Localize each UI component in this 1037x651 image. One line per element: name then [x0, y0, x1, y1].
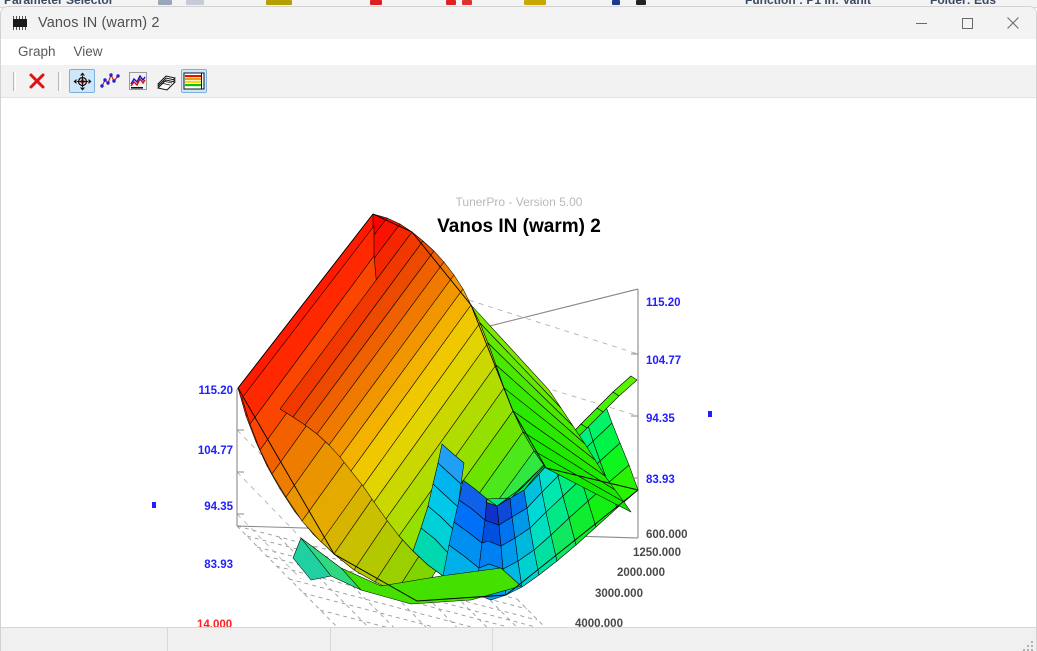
status-pane-1	[1, 628, 168, 651]
window-title: Vanos IN (warm) 2	[38, 15, 160, 31]
bg-icon-7	[524, 0, 546, 5]
chart-title: Vanos IN (warm) 2	[437, 216, 601, 237]
chart-subtitle: TunerPro - Version 5.00	[456, 195, 583, 209]
rotate-pan-button[interactable]	[69, 69, 95, 93]
menu-bar: Graph View	[1, 39, 1036, 65]
surface-mesh-button[interactable]	[153, 69, 179, 93]
z-tick-left-3: 83.93	[204, 559, 233, 571]
surface-plot-canvas[interactable]: TunerPro - Version 5.00 Vanos IN (warm) …	[1, 98, 1036, 651]
close-table-button[interactable]	[24, 69, 50, 93]
resize-grip-icon[interactable]	[1022, 640, 1034, 651]
z-axis-left-marker	[152, 502, 156, 508]
menu-graph[interactable]: Graph	[9, 42, 65, 61]
z-axis-right-marker	[708, 411, 712, 417]
toolbar-separator-2	[58, 71, 61, 91]
title-bar[interactable]: Vanos IN (warm) 2	[1, 7, 1036, 39]
status-pane-2	[168, 628, 331, 651]
toolbar	[1, 65, 1036, 98]
bg-icon-5	[446, 0, 456, 5]
z-tick-right-2: 94.35	[646, 413, 675, 425]
z-tick-right-1: 104.77	[646, 355, 681, 367]
z-tick-right-0: 115.20	[646, 297, 681, 309]
color-bands-button[interactable]	[181, 69, 207, 93]
y-tick-2: 2000.000	[617, 567, 665, 579]
window-controls	[898, 7, 1036, 39]
close-icon[interactable]	[990, 7, 1036, 39]
scatter-points-button[interactable]	[97, 69, 123, 93]
status-pane-4	[493, 628, 1036, 651]
bg-icon-4	[370, 0, 382, 5]
menu-view[interactable]: View	[65, 42, 112, 61]
toolbar-separator-1	[13, 71, 16, 91]
status-bar	[1, 627, 1036, 651]
bg-icon-9	[636, 0, 646, 5]
y-tick-3: 3000.000	[595, 588, 643, 600]
surface-plot-svg[interactable]: TunerPro - Version 5.00 Vanos IN (warm) …	[1, 98, 1036, 651]
z-tick-left-0: 115.20	[198, 385, 233, 397]
graph-window: Vanos IN (warm) 2 Graph View TunerPro - …	[0, 6, 1037, 651]
bg-icon-6	[462, 0, 472, 5]
bg-icon-8	[612, 0, 620, 5]
status-pane-3	[331, 628, 493, 651]
z-tick-left-1: 104.77	[198, 445, 233, 457]
chip-icon	[12, 16, 28, 30]
maximize-icon[interactable]	[944, 7, 990, 39]
y-tick-0: 600.000	[646, 529, 688, 541]
y-tick-1: 1250.000	[633, 547, 681, 559]
bg-icon-2	[186, 0, 204, 5]
bg-icon-3	[266, 0, 292, 5]
bg-icon-1	[158, 0, 172, 5]
z-tick-left-2: 94.35	[204, 501, 233, 513]
minimize-icon[interactable]	[898, 7, 944, 39]
line-graph-button[interactable]	[125, 69, 151, 93]
surface-mesh	[237, 213, 639, 605]
z-tick-right-3: 83.93	[646, 474, 675, 486]
